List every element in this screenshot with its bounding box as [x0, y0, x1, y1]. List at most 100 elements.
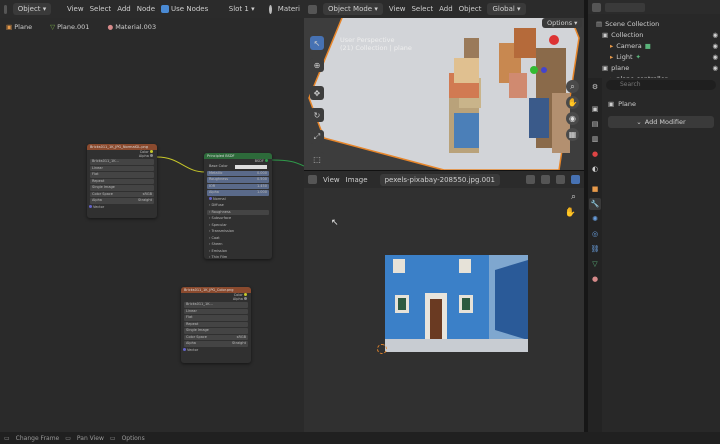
visibility-icon[interactable]: ◉: [712, 53, 718, 61]
close-image-icon[interactable]: [556, 175, 565, 184]
ior-field[interactable]: IOR 1.450: [207, 183, 269, 189]
node-field[interactable]: Linear: [184, 308, 248, 314]
data-tab-icon[interactable]: ▽: [589, 258, 601, 270]
scene-tab-icon[interactable]: ●: [589, 148, 601, 160]
socket-icon[interactable]: [244, 293, 247, 296]
object-tab-icon[interactable]: ■: [589, 183, 601, 195]
node-field-colorspace[interactable]: Color Space sRGB: [90, 191, 154, 197]
menu-view[interactable]: View: [323, 176, 340, 184]
socket-icon[interactable]: [150, 154, 153, 157]
node-field-colorspace[interactable]: Color Space sRGB: [184, 334, 248, 340]
visibility-icon[interactable]: ◉: [712, 31, 718, 39]
transform-tool-button[interactable]: ⬚: [310, 152, 324, 166]
constraints-tab-icon[interactable]: ⛓: [589, 243, 601, 255]
pan-hand-icon[interactable]: ✋: [566, 96, 579, 109]
normal-field[interactable]: Normal: [207, 196, 269, 203]
pin-icon[interactable]: [571, 175, 580, 184]
move-tool-button[interactable]: ✥: [310, 86, 324, 100]
properties-editor[interactable]: ⚙ ▣ ▤ ▥ ● ◐ ■ 🔧 ✺ ◎ ⛓ ▽ ● Search ▣ Plane…: [588, 78, 720, 432]
menu-select[interactable]: Select: [411, 5, 433, 13]
socket-icon[interactable]: [209, 196, 212, 200]
editor-type-icon[interactable]: [308, 175, 317, 184]
socket-icon[interactable]: [265, 159, 268, 162]
select-tool-button[interactable]: ↖: [310, 36, 324, 50]
outliner-row[interactable]: ▸ Camera ■ ◉: [596, 40, 718, 51]
outliner-row[interactable]: ▤ Scene Collection: [596, 18, 718, 29]
principled-bsdf-node[interactable]: Principled BSDF BSDF Base Color Metallic…: [204, 153, 272, 259]
node-field-alpha[interactable]: Alpha Straight: [184, 341, 248, 347]
grid-icon[interactable]: ▦: [566, 128, 579, 141]
node-field[interactable]: Linear: [90, 165, 154, 171]
image-selector[interactable]: Bricks011_1K...: [184, 302, 248, 308]
outliner[interactable]: ▤ Scene Collection ▣ Collection ◉ ▸ Camera ■ ◉…: [588, 0, 720, 83]
menu-image[interactable]: Image: [346, 176, 368, 184]
menu-view[interactable]: View: [389, 5, 406, 13]
metallic-field[interactable]: Metallic 0.000: [207, 170, 269, 176]
subsection-diffuse[interactable]: › Diffuse: [207, 203, 269, 209]
node-editor[interactable]: Object ▾ View Select Add Node Use Nodes …: [0, 0, 304, 432]
physics-tab-icon[interactable]: ◎: [589, 228, 601, 240]
cursor-tool-button[interactable]: ⊕: [310, 58, 324, 72]
open-image-icon[interactable]: [541, 175, 550, 184]
modifier-tab-icon[interactable]: 🔧: [589, 198, 601, 210]
editor-type-icon[interactable]: [592, 2, 601, 12]
socket-icon[interactable]: [89, 204, 92, 208]
render-tab-icon[interactable]: ▣: [589, 103, 601, 115]
3d-viewport[interactable]: Object Mode ▾ View Select Add Object Glo…: [304, 0, 584, 170]
output-tab-icon[interactable]: ▤: [589, 118, 601, 130]
outliner-row[interactable]: ▣ plane ◉: [596, 62, 718, 73]
tool-tab-icon[interactable]: ⚙: [589, 81, 601, 93]
node-field[interactable]: Single Image: [184, 328, 248, 334]
particles-tab-icon[interactable]: ✺: [589, 213, 601, 225]
subsection-subsurface[interactable]: › Subsurface: [207, 216, 269, 222]
new-image-icon[interactable]: [526, 175, 535, 184]
subsection-sheen[interactable]: › Sheen: [207, 242, 269, 248]
visibility-icon[interactable]: ◉: [712, 42, 718, 50]
image-texture-node-2[interactable]: Bricks011_1K_JPG_Color.png Color Alpha B…: [181, 287, 251, 363]
image-texture-node-1[interactable]: Bricks011_1K_JPG_NormalGL.png Color Alph…: [87, 144, 157, 218]
node-field-alpha[interactable]: Alpha Straight: [90, 198, 154, 204]
menu-add[interactable]: Add: [439, 5, 453, 13]
search-field[interactable]: [605, 2, 645, 12]
editor-type-icon[interactable]: [308, 4, 317, 14]
socket-icon[interactable]: [183, 347, 186, 351]
image-selector[interactable]: Bricks011_1K...: [90, 159, 154, 165]
zoom-icon[interactable]: ⌕: [566, 80, 579, 93]
add-modifier-button[interactable]: ⌄ Add Modifier: [608, 116, 714, 128]
object-name-row[interactable]: ▣ Plane: [608, 98, 714, 110]
world-tab-icon[interactable]: ◐: [589, 163, 601, 175]
base-color-field[interactable]: Base Color: [207, 164, 269, 170]
subsection-specular[interactable]: › Specular: [207, 223, 269, 229]
displayed-image[interactable]: [385, 255, 528, 352]
options-dropdown[interactable]: Options ▾: [542, 18, 583, 28]
alpha-field[interactable]: Alpha 1.000: [207, 190, 269, 196]
uv-cursor-icon[interactable]: [377, 344, 387, 354]
node-field[interactable]: Flat: [184, 315, 248, 321]
image-name-field[interactable]: pexels-pixabay-208550.jpg.001: [379, 173, 501, 186]
object-name-field[interactable]: Plane: [618, 100, 636, 108]
image-editor[interactable]: View Image pexels-pixabay-208550.jpg.001…: [304, 170, 584, 432]
zoom-icon[interactable]: ⌕: [571, 192, 576, 202]
properties-search-input[interactable]: Search: [606, 80, 716, 90]
object-mode-dropdown[interactable]: Object Mode ▾: [323, 3, 383, 15]
socket-icon[interactable]: [244, 297, 247, 300]
rotate-tool-button[interactable]: ↻: [310, 108, 324, 122]
orientation-dropdown[interactable]: Global ▾: [487, 3, 526, 15]
color-swatch[interactable]: [235, 165, 267, 169]
roughness-field[interactable]: Roughness 0.500: [207, 177, 269, 183]
pan-hand-icon[interactable]: ✋: [565, 208, 576, 218]
node-field[interactable]: Repeat: [184, 321, 248, 327]
visibility-icon[interactable]: ◉: [712, 64, 718, 72]
camera-view-icon[interactable]: ◉: [566, 112, 579, 125]
subsection-emission[interactable]: › Emission: [207, 249, 269, 255]
outliner-row[interactable]: ▣ Collection ◉: [596, 29, 718, 40]
subsection-coat[interactable]: › Coat: [207, 236, 269, 242]
subsection-transmission[interactable]: › Transmission: [207, 229, 269, 235]
outliner-row[interactable]: ▸ Light ✦ ◉: [596, 51, 718, 62]
node-field[interactable]: Single Image: [90, 185, 154, 191]
view-layer-tab-icon[interactable]: ▥: [589, 133, 601, 145]
node-field[interactable]: Repeat: [90, 178, 154, 184]
subsection-thin-film[interactable]: › Thin Film: [207, 255, 269, 259]
subsection-roughness[interactable]: › Roughness: [207, 209, 269, 215]
material-tab-icon[interactable]: ●: [589, 273, 601, 285]
